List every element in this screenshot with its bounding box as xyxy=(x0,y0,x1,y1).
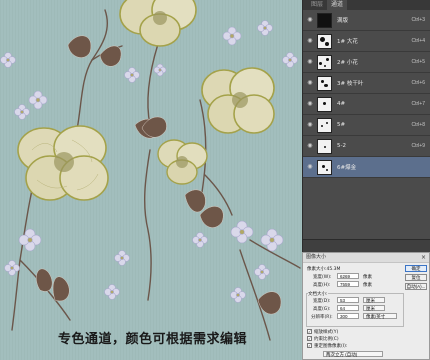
dialog-title: 图像大小 xyxy=(306,254,327,260)
resample-method-select[interactable]: 两次立方 (自动) xyxy=(323,351,383,357)
channel-thumbnail xyxy=(317,138,332,154)
document-size-label: 文档大小: xyxy=(308,291,328,297)
channel-row[interactable]: ◉ 2# 小花 Ctrl+5 xyxy=(303,52,430,73)
channels-panel: 图层 通道 ◉ 满版 Ctrl+3 ◉ 1# 大花 Ctrl+4 ◉ 2# 小花… xyxy=(302,0,430,252)
resample-label: 重定图像像素(I): xyxy=(314,344,348,349)
close-icon[interactable]: × xyxy=(421,253,426,262)
eye-icon[interactable]: ◉ xyxy=(306,101,314,107)
caption-text: 专色通道，颜色可根据需求编辑 xyxy=(58,332,248,347)
channel-name: 4# xyxy=(337,101,346,107)
eye-icon[interactable]: ◉ xyxy=(306,143,314,149)
channel-name: 满版 xyxy=(337,18,349,24)
channel-name: 1# 大花 xyxy=(337,39,358,45)
height-unit: 像素 xyxy=(363,283,372,288)
panel-footer-toolbar xyxy=(303,239,430,252)
channel-name: 5-2 xyxy=(337,143,346,149)
scale-styles-checkbox[interactable]: ✓ xyxy=(307,329,312,334)
channel-thumbnail xyxy=(317,159,332,175)
ok-button[interactable]: 确定 xyxy=(405,265,427,272)
channel-shortcut: Ctrl+5 xyxy=(411,59,425,65)
eye-icon[interactable]: ◉ xyxy=(306,17,314,23)
channel-thumbnail xyxy=(317,33,332,49)
pixel-size-label: 像素大小:45.3M xyxy=(307,267,341,272)
channel-name: 5# xyxy=(337,122,346,128)
channel-shortcut: Ctrl+9 xyxy=(411,143,425,149)
channel-thumbnail xyxy=(317,75,332,91)
doc-height-label: 高度(G): xyxy=(313,307,331,312)
channel-row[interactable]: ◉ 满版 Ctrl+3 xyxy=(303,10,430,31)
channel-row[interactable]: ◉ 5-2 Ctrl+9 xyxy=(303,136,430,157)
eye-icon[interactable]: ◉ xyxy=(306,164,314,170)
channel-shortcut: Ctrl+4 xyxy=(411,38,425,44)
auto-button[interactable]: 自动(A)... xyxy=(405,283,427,290)
panel-tab-bar: 图层 通道 xyxy=(303,0,430,10)
channel-thumbnail xyxy=(317,54,332,70)
channel-row[interactable]: ◉ 3# 枝干叶 Ctrl+6 xyxy=(303,73,430,94)
eye-icon[interactable]: ◉ xyxy=(306,80,314,86)
constrain-label: 约束比例(C) xyxy=(314,337,339,342)
resolution-unit-select[interactable]: 像素/英寸 xyxy=(363,313,397,319)
width-unit: 像素 xyxy=(363,275,372,280)
channel-row-selected[interactable]: ◉ 6#爆金 xyxy=(303,157,430,178)
tab-channels[interactable]: 通道 xyxy=(327,0,348,10)
height-label: 高度(H): xyxy=(313,283,331,288)
channel-name: 3# 枝干叶 xyxy=(337,81,364,87)
channel-shortcut: Ctrl+3 xyxy=(411,17,425,23)
doc-width-label: 宽度(D): xyxy=(313,299,331,304)
doc-width-input[interactable]: 53 xyxy=(337,297,359,303)
width-label: 宽度(W): xyxy=(313,275,332,280)
resolution-input[interactable]: 300 xyxy=(337,313,359,319)
height-input[interactable]: 7559 xyxy=(337,281,359,287)
eye-icon[interactable]: ◉ xyxy=(306,122,314,128)
channel-name: 6#爆金 xyxy=(337,165,357,171)
channel-shortcut: Ctrl+7 xyxy=(411,101,425,107)
eye-icon[interactable]: ◉ xyxy=(306,38,314,44)
channel-row[interactable]: ◉ 5# Ctrl+8 xyxy=(303,115,430,136)
resample-checkbox[interactable]: ✓ xyxy=(307,343,312,348)
channel-shortcut: Ctrl+6 xyxy=(411,80,425,86)
tab-layers[interactable]: 图层 xyxy=(307,0,328,10)
scale-styles-label: 缩放样式(Y) xyxy=(314,330,339,335)
width-input[interactable]: 6269 xyxy=(337,273,359,279)
reset-button[interactable]: 复位 xyxy=(405,274,427,281)
channel-thumbnail xyxy=(317,12,332,28)
channel-thumbnail xyxy=(317,117,332,133)
doc-height-input[interactable]: 64 xyxy=(337,305,359,311)
floral-pattern-artwork xyxy=(0,0,302,360)
image-size-dialog: 图像大小 × 像素大小:45.3M 宽度(W): 6269 像素 高度(H): … xyxy=(302,252,430,360)
doc-height-unit-select[interactable]: 厘米 xyxy=(363,305,385,311)
resolution-label: 分辨率(R): xyxy=(311,315,333,320)
channel-row[interactable]: ◉ 4# Ctrl+7 xyxy=(303,94,430,115)
channel-thumbnail xyxy=(317,96,332,112)
channel-name: 2# 小花 xyxy=(337,60,358,66)
channel-row[interactable]: ◉ 1# 大花 Ctrl+4 xyxy=(303,31,430,52)
dialog-title-bar: 图像大小 × xyxy=(303,253,429,263)
pattern-canvas: 专色通道，颜色可根据需求编辑 xyxy=(0,0,302,360)
eye-icon[interactable]: ◉ xyxy=(306,59,314,65)
doc-width-unit-select[interactable]: 厘米 xyxy=(363,297,385,303)
channel-shortcut: Ctrl+8 xyxy=(411,122,425,128)
constrain-checkbox[interactable]: ✓ xyxy=(307,336,312,341)
